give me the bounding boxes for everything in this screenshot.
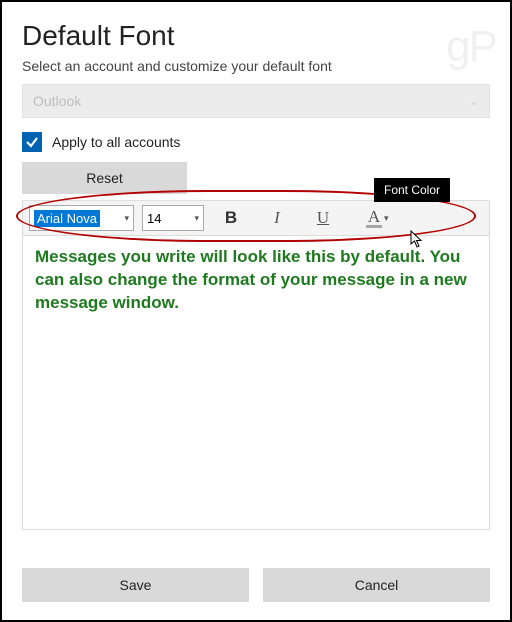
chevron-down-icon: ⌄ bbox=[469, 94, 479, 108]
preview-area: Messages you write will look like this b… bbox=[22, 236, 490, 530]
underline-button[interactable]: U bbox=[304, 204, 342, 232]
apply-all-label: Apply to all accounts bbox=[52, 134, 180, 150]
reset-button[interactable]: Reset bbox=[22, 162, 187, 194]
font-size-dropdown[interactable]: 14 ▾ bbox=[142, 205, 204, 231]
bold-button[interactable]: B bbox=[212, 204, 250, 232]
page-subtitle: Select an account and customize your def… bbox=[22, 58, 490, 74]
account-dropdown[interactable]: Outlook ⌄ bbox=[22, 84, 490, 118]
cancel-button[interactable]: Cancel bbox=[263, 568, 490, 602]
chevron-down-icon: ▾ bbox=[124, 213, 129, 224]
font-name-value: Arial Nova bbox=[34, 210, 100, 227]
italic-button[interactable]: I bbox=[258, 204, 296, 232]
font-color-tooltip: Font Color bbox=[374, 178, 450, 202]
apply-all-checkbox[interactable] bbox=[22, 132, 42, 152]
font-size-value: 14 bbox=[147, 211, 161, 226]
chevron-down-icon: ▾ bbox=[384, 213, 389, 224]
account-dropdown-value: Outlook bbox=[33, 93, 81, 109]
preview-text: Messages you write will look like this b… bbox=[35, 246, 477, 315]
save-button[interactable]: Save bbox=[22, 568, 249, 602]
page-title: Default Font bbox=[22, 20, 490, 52]
font-color-button[interactable]: A ▾ bbox=[364, 204, 391, 232]
font-name-dropdown[interactable]: Arial Nova ▾ bbox=[29, 205, 134, 231]
formatting-toolbar: Arial Nova ▾ 14 ▾ B I U A ▾ bbox=[22, 200, 490, 236]
chevron-down-icon: ▾ bbox=[194, 213, 199, 224]
font-color-icon: A bbox=[366, 209, 382, 228]
checkmark-icon bbox=[25, 135, 39, 149]
